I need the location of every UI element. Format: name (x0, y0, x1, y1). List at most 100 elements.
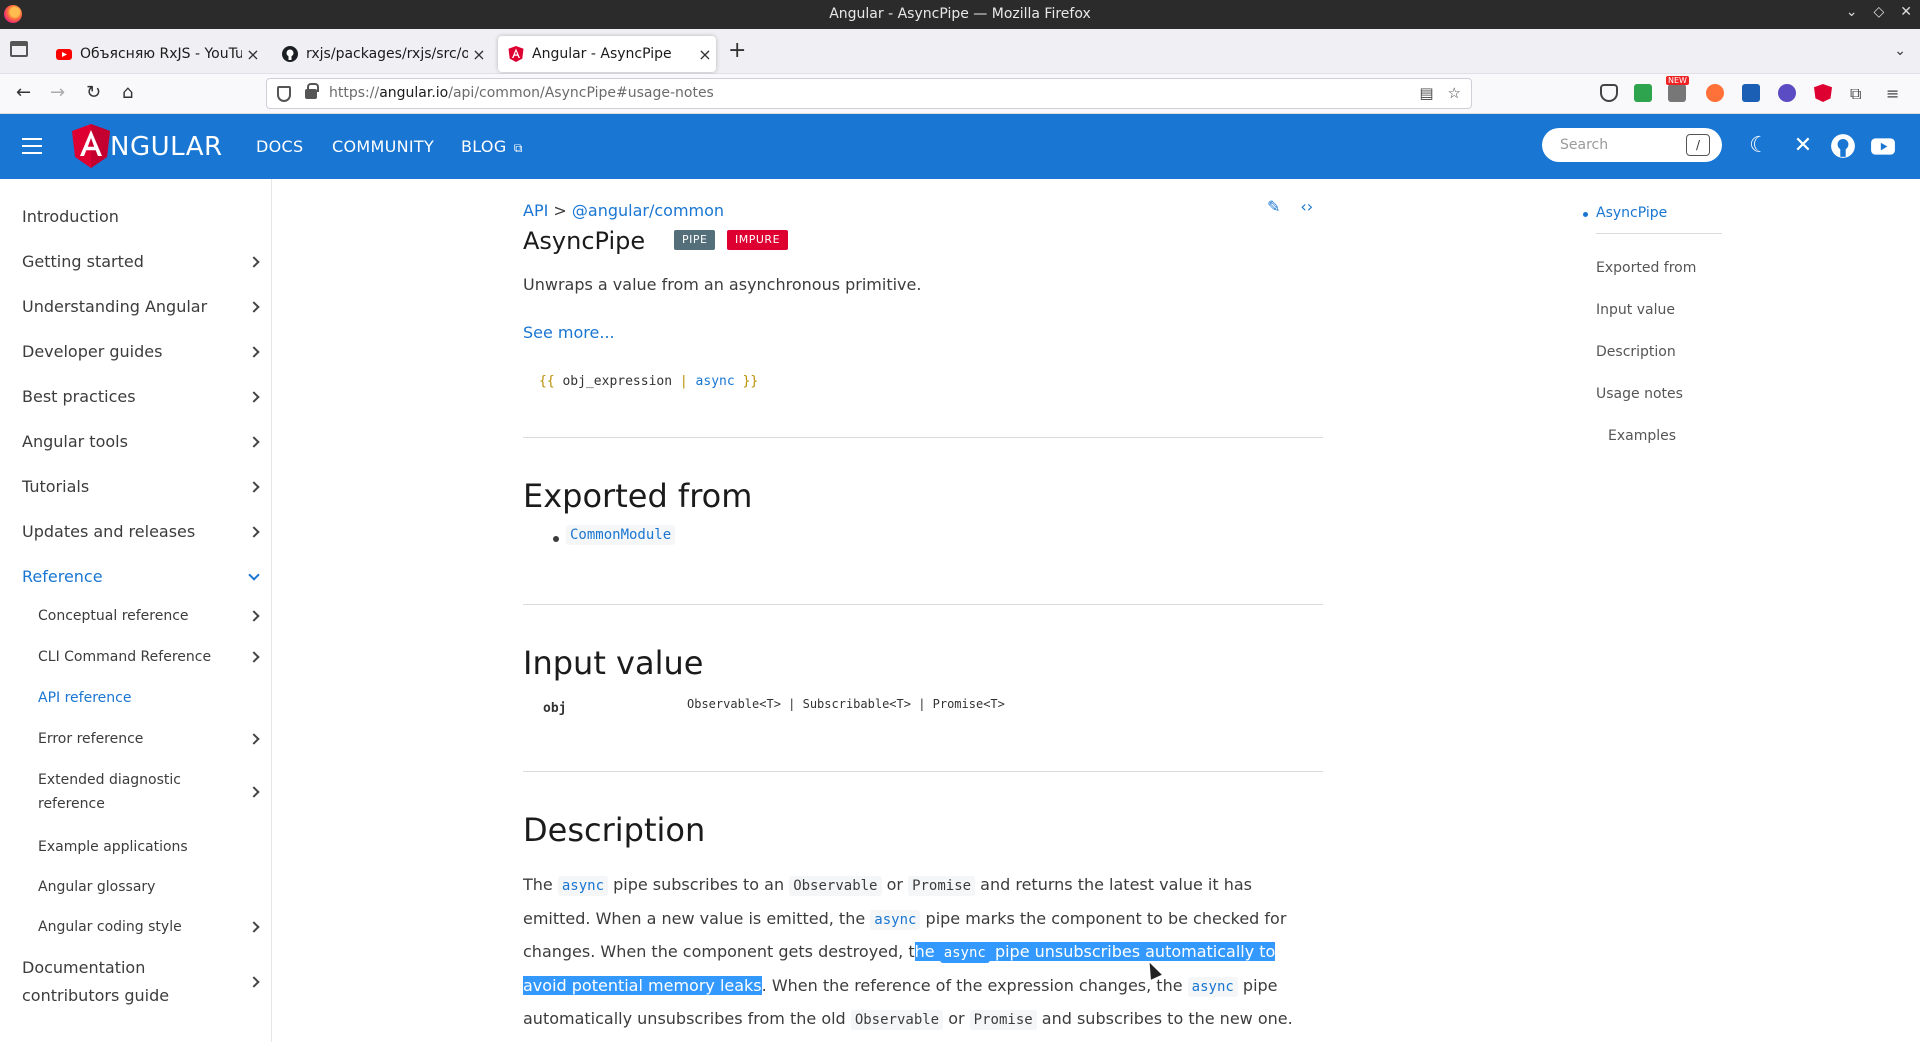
chevron-right-icon (248, 976, 260, 988)
sidebar-subitem-extended-diagnostic[interactable]: Extended diagnostic reference (38, 768, 260, 816)
firefox-view-icon[interactable] (10, 41, 28, 57)
app-menu-icon[interactable]: ≡ (1886, 84, 1904, 103)
sidebar-item-best-practices[interactable]: Best practices (22, 383, 260, 411)
sidebar-subitem-example-applications[interactable]: Example applications (38, 835, 258, 859)
sidebar-item-understanding-angular[interactable]: Understanding Angular (22, 293, 260, 321)
sidebar-item-contributors-guide[interactable]: Documentation contributors guide (22, 954, 260, 1010)
toc-item-input-value[interactable]: Input value (1596, 302, 1675, 318)
github-icon (282, 46, 298, 62)
page-actions: ✎ ‹› (1267, 197, 1313, 216)
chevron-right-icon (248, 651, 260, 663)
sidebar-item-label: Updates and releases (22, 522, 196, 541)
tab-github[interactable]: rxjs/packages/rxjs/src/op × (272, 36, 490, 72)
url-bar[interactable]: https://angular.io/api/common/AsyncPipe#… (266, 78, 1472, 109)
sidebar-item-introduction[interactable]: Introduction (22, 203, 258, 231)
sidebar-subitem-cli-reference[interactable]: CLI Command Reference (38, 645, 260, 669)
new-badge: NEW (1666, 76, 1689, 85)
see-more-link[interactable]: See more... (523, 323, 615, 342)
theme-toggle-moon-icon[interactable]: ☾ (1746, 133, 1772, 159)
code-async[interactable]: async (870, 909, 921, 930)
param-type: Observable<T> | Subscribable<T> | Promis… (687, 697, 1005, 711)
view-source-icon[interactable]: ‹› (1300, 197, 1313, 216)
youtube-icon[interactable] (1870, 133, 1896, 159)
nav-community[interactable]: COMMUNITY (332, 137, 434, 156)
url-text[interactable]: https://angular.io/api/common/AsyncPipe#… (329, 85, 714, 101)
list-all-tabs-icon[interactable]: ⌄ (1894, 43, 1906, 59)
maximize-icon[interactable]: ◇ (1873, 4, 1884, 20)
extension-save-icon[interactable] (1634, 84, 1652, 102)
brand-wordmark[interactable]: NGULAR (110, 132, 223, 162)
sidebar-subitem-api-reference[interactable]: API reference (38, 686, 258, 710)
code-promise: Promise (969, 1010, 1037, 1030)
sidebar-item-updates-releases[interactable]: Updates and releases (22, 518, 260, 546)
angular-devtools-icon[interactable] (1814, 84, 1832, 102)
code-observable: Observable (850, 1010, 944, 1030)
angular-logo-icon[interactable] (72, 124, 110, 168)
code-async[interactable]: async (557, 876, 609, 896)
reader-view-icon[interactable]: ▤ (1419, 84, 1433, 102)
breadcrumb-package-link[interactable]: @angular/common (572, 201, 724, 220)
chevron-right-icon (248, 256, 260, 268)
close-tab-icon[interactable]: × (242, 45, 264, 64)
breadcrumb-api-link[interactable]: API (523, 201, 548, 220)
new-tab-icon[interactable]: + (728, 40, 746, 62)
toc-item-examples[interactable]: Examples (1608, 428, 1676, 444)
pdf-extension-icon[interactable] (1742, 84, 1760, 102)
extension-new-icon[interactable]: NEW (1666, 76, 1689, 102)
search-input[interactable]: Search / (1542, 128, 1722, 162)
tab-angular[interactable]: Angular - AsyncPipe × (498, 36, 716, 72)
toc-item-usage-notes[interactable]: Usage notes (1596, 386, 1683, 402)
twitter-x-icon[interactable]: ✕ (1790, 133, 1816, 159)
code-async[interactable]: async (939, 943, 990, 963)
sidebar-item-label: Angular coding style (38, 919, 182, 935)
sidebar-subitem-coding-style[interactable]: Angular coding style (38, 915, 260, 939)
toc-item-exported-from[interactable]: Exported from (1596, 260, 1696, 276)
tracking-protection-icon[interactable] (277, 86, 291, 102)
nav-docs[interactable]: DOCS (256, 137, 303, 156)
sidebar-item-developer-guides[interactable]: Developer guides (22, 338, 260, 366)
search-shortcut-key: / (1686, 134, 1710, 156)
lock-icon[interactable] (305, 83, 319, 99)
toc-item-description[interactable]: Description (1596, 344, 1676, 360)
sidebar-item-label: API reference (38, 690, 132, 706)
input-value-heading: Input value (523, 644, 704, 682)
pocket-icon[interactable] (1600, 84, 1618, 102)
close-tab-icon[interactable]: × (694, 45, 716, 64)
back-icon[interactable]: ← (16, 82, 31, 103)
sidebar-item-reference[interactable]: Reference (22, 563, 260, 591)
sidebar-item-label: Introduction (22, 207, 119, 226)
close-tab-icon[interactable]: × (468, 45, 490, 64)
external-link-icon: ⧉ (513, 141, 523, 155)
extension-d-icon[interactable] (1778, 84, 1796, 102)
forward-icon[interactable]: → (50, 82, 65, 103)
reload-icon[interactable]: ↻ (86, 82, 101, 103)
github-icon[interactable] (1830, 133, 1856, 159)
sidebar-item-angular-tools[interactable]: Angular tools (22, 428, 260, 456)
code-async[interactable]: async (1187, 976, 1238, 997)
sidebar-item-label: CLI Command Reference (38, 649, 212, 665)
close-window-icon[interactable]: ✕ (1900, 4, 1912, 20)
sidebar-item-label: Angular tools (22, 432, 128, 451)
toc-divider (1596, 233, 1722, 234)
sidebar-item-tutorials[interactable]: Tutorials (22, 473, 260, 501)
edit-pencil-icon[interactable]: ✎ (1267, 197, 1280, 216)
bookmark-star-icon[interactable]: ☆ (1448, 84, 1461, 102)
pipe-badge: PIPE (674, 230, 716, 250)
nav-blog[interactable]: BLOG ⧉ (461, 137, 523, 156)
window-title: Angular - AsyncPipe — Mozilla Firefox (829, 6, 1091, 22)
hamburger-menu-icon[interactable] (22, 138, 42, 154)
sidebar-subitem-error-reference[interactable]: Error reference (38, 727, 260, 751)
toc-item-asyncpipe[interactable]: AsyncPipe (1596, 205, 1667, 221)
sidebar-item-label: Error reference (38, 731, 144, 747)
common-module-link[interactable]: CommonModule (566, 525, 676, 545)
sidebar-item-getting-started[interactable]: Getting started (22, 248, 260, 276)
tab-youtube[interactable]: Объясняю RxJS - YouTube × (46, 36, 264, 72)
chevron-right-icon (248, 921, 260, 933)
extensions-puzzle-icon[interactable]: ⧉ (1850, 84, 1868, 103)
minimize-icon[interactable]: ⌄ (1846, 4, 1858, 20)
home-icon[interactable]: ⌂ (122, 82, 133, 103)
extension-orange-icon[interactable] (1706, 84, 1724, 102)
sidebar-subitem-angular-glossary[interactable]: Angular glossary (38, 875, 258, 899)
sidebar-item-label: Extended diagnostic reference (38, 772, 181, 812)
sidebar-subitem-conceptual-reference[interactable]: Conceptual reference (38, 604, 260, 628)
